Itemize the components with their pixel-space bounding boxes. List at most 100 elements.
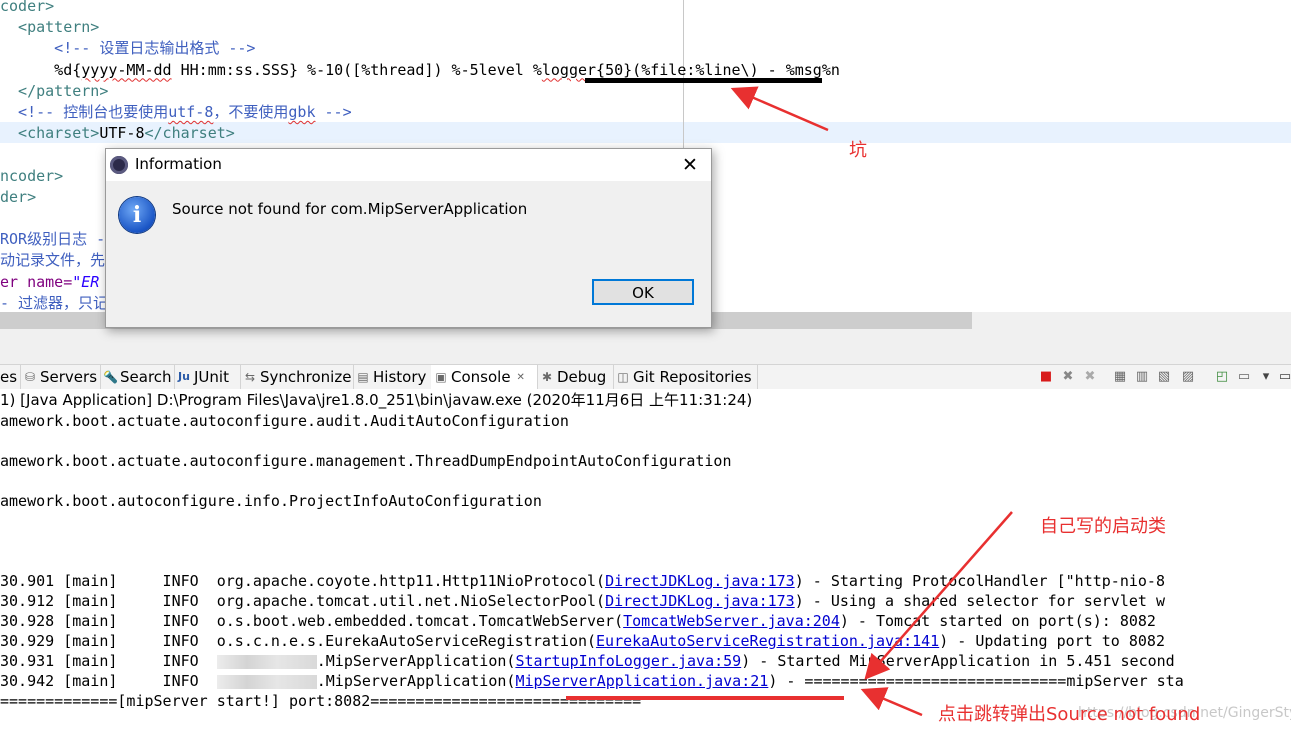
junit-icon: Ju — [178, 370, 190, 383]
code-token: utf-8 — [168, 103, 214, 121]
console-text: amework.boot.autoconfigure.info.ProjectI… — [0, 492, 542, 510]
console-output[interactable]: amework.boot.actuate.autoconfigure.audit… — [0, 411, 1291, 731]
tab-servers[interactable]: ⛁ Servers — [20, 365, 101, 389]
clear-console-icon[interactable]: ▦ — [1112, 369, 1128, 385]
source-link[interactable]: MipServerApplication.java:21 — [515, 672, 768, 690]
tab-label: Synchronize — [260, 368, 352, 386]
code-token: der> — [0, 187, 37, 206]
source-link[interactable]: DirectJDKLog.java:173 — [605, 572, 795, 590]
console-text: ) - Using a shared selector for servlet … — [794, 592, 1165, 610]
code-token: ncoder> — [0, 166, 64, 185]
annotation-own-startup-class: 自己写的启动类 — [1040, 516, 1166, 537]
views-tab-bar: es ⛁ Servers 🔦 Search Ju JUnit ⇆ Synchronize ▤ His… — [0, 364, 1291, 390]
tab-label: Search — [120, 368, 172, 386]
source-link[interactable]: EurekaAutoServiceRegistration.java:141 — [596, 632, 939, 650]
tab-synchronize[interactable]: ⇆ Synchronize — [240, 365, 354, 389]
code-token: gbk — [288, 103, 316, 121]
search-icon: 🔦 — [103, 370, 118, 384]
source-link[interactable]: TomcatWebServer.java:204 — [623, 612, 840, 630]
tab-console[interactable]: ▣ Console ✕ — [431, 365, 538, 389]
editor-line: <charset>UTF-8</charset> — [0, 123, 235, 144]
source-link[interactable]: DirectJDKLog.java:173 — [605, 592, 795, 610]
redacted-package — [216, 674, 317, 689]
tab-search[interactable]: 🔦 Search — [100, 365, 175, 389]
console-line: 30.901 [main] INFO org.apache.coyote.htt… — [0, 571, 1165, 591]
console-text: amework.boot.actuate.autoconfigure.audit… — [0, 412, 569, 430]
editor-line: - 过滤器，只记 — [0, 293, 108, 312]
terminate-icon[interactable]: ■ — [1038, 369, 1054, 385]
dialog-body: i Source not found for com.MipServerAppl… — [106, 181, 711, 326]
console-text: 30.901 [main] INFO org.apache.coyote.htt… — [0, 572, 606, 590]
tab-label: Debug — [557, 368, 607, 386]
remove-all-icon[interactable]: ✖ — [1082, 369, 1098, 385]
view-menu-icon[interactable]: ▾ — [1258, 369, 1274, 385]
code-token: ROR级别日志 - — [0, 230, 106, 249]
close-icon[interactable]: ✕ — [517, 372, 525, 383]
show-console-icon[interactable]: ▨ — [1180, 369, 1196, 385]
code-token: </charset> — [144, 124, 235, 143]
word-wrap-icon[interactable]: ▧ — [1156, 369, 1172, 385]
tab-es[interactable]: es — [0, 365, 21, 389]
code-token: <charset> — [0, 124, 100, 143]
code-token: UTF-8 — [99, 124, 145, 143]
code-token: yyyy-MM-dd — [81, 60, 172, 79]
code-token: name= — [27, 272, 73, 291]
code-token: <!-- 设置日志输出格式 --> — [0, 39, 256, 58]
source-link[interactable]: StartupInfoLogger.java:59 — [515, 652, 741, 670]
editor-line: der> — [0, 187, 36, 208]
console-line: 30.931 [main] INFO .MipServerApplication… — [0, 651, 1175, 671]
eclipse-app-icon — [110, 156, 128, 174]
code-token: logger — [541, 60, 597, 79]
debug-icon: ✱ — [541, 370, 553, 384]
console-line: amework.boot.autoconfigure.info.ProjectI… — [0, 491, 542, 511]
tab-git-repositories[interactable]: ◫ Git Repositories — [613, 365, 758, 389]
tab-label: Git Repositories — [633, 368, 752, 386]
tab-history[interactable]: ▤ History — [353, 365, 432, 389]
code-token: <!-- 控制台也要使用 — [0, 103, 169, 121]
console-line: amework.boot.actuate.autoconfigure.manag… — [0, 451, 732, 471]
code-token: msg — [794, 60, 822, 79]
minimize-icon[interactable]: ▭ — [1277, 369, 1291, 385]
console-text: ) - Tomcat started on port(s): 8082 — [839, 612, 1156, 630]
tab-debug[interactable]: ✱ Debug — [537, 365, 614, 389]
tab-label: Servers — [40, 368, 98, 386]
console-line: =============[mipServer start!] port:808… — [0, 691, 641, 711]
console-text: amework.boot.actuate.autoconfigure.manag… — [0, 452, 732, 470]
console-text: ) - Starting ProtocolHandler ["http-nio-… — [794, 572, 1165, 590]
remove-launch-icon[interactable]: ✖ — [1060, 369, 1076, 385]
display-console-icon[interactable]: ▭ — [1236, 369, 1252, 385]
editor-line: <!-- 控制台也要使用utf-8，不要使用gbk --> — [0, 102, 352, 123]
info-icon: i — [119, 197, 155, 233]
code-token: coder> — [0, 0, 55, 15]
code-token: "ER — [72, 272, 100, 291]
editor-line: <!-- 设置日志输出格式 --> — [0, 38, 255, 59]
dialog-titlebar[interactable]: Information ✕ — [106, 149, 711, 181]
console-icon: ▣ — [435, 370, 447, 384]
ok-button[interactable]: OK — [592, 279, 694, 305]
code-token: --> — [315, 103, 352, 121]
code-token: <pattern> — [0, 18, 100, 37]
close-icon[interactable]: ✕ — [677, 152, 703, 178]
tab-label: History — [373, 368, 427, 386]
console-line: amework.boot.actuate.autoconfigure.audit… — [0, 411, 569, 431]
scroll-lock-icon[interactable]: ▥ — [1134, 369, 1150, 385]
view-separator — [0, 329, 1291, 364]
console-line: 30.929 [main] INFO o.s.c.n.e.s.EurekaAut… — [0, 631, 1165, 651]
editor-line: coder> — [0, 0, 54, 17]
tab-label: Console — [451, 368, 511, 386]
servers-icon: ⛁ — [24, 370, 36, 384]
pin-console-icon[interactable]: ◰ — [1214, 369, 1230, 385]
tab-junit[interactable]: Ju JUnit — [174, 365, 241, 389]
console-text: ) - Started MipServerApplication in 5.45… — [741, 652, 1175, 670]
annotation-click-popup: 点击跳转弹出Source not found — [938, 704, 1201, 725]
annotation-pit: 坑 — [849, 140, 867, 161]
editor-line: </pattern> — [0, 81, 108, 102]
code-token: %d{ — [0, 60, 82, 79]
console-text: =============[mipServer start!] port:808… — [0, 692, 642, 710]
console-text: ) - =============================mipServ… — [768, 672, 1184, 690]
history-icon: ▤ — [357, 370, 369, 384]
redacted-package — [216, 654, 317, 669]
code-token: er — [0, 272, 28, 291]
tab-label: es — [0, 368, 18, 386]
code-token: {50}(%file:%line\) - % — [596, 60, 795, 79]
